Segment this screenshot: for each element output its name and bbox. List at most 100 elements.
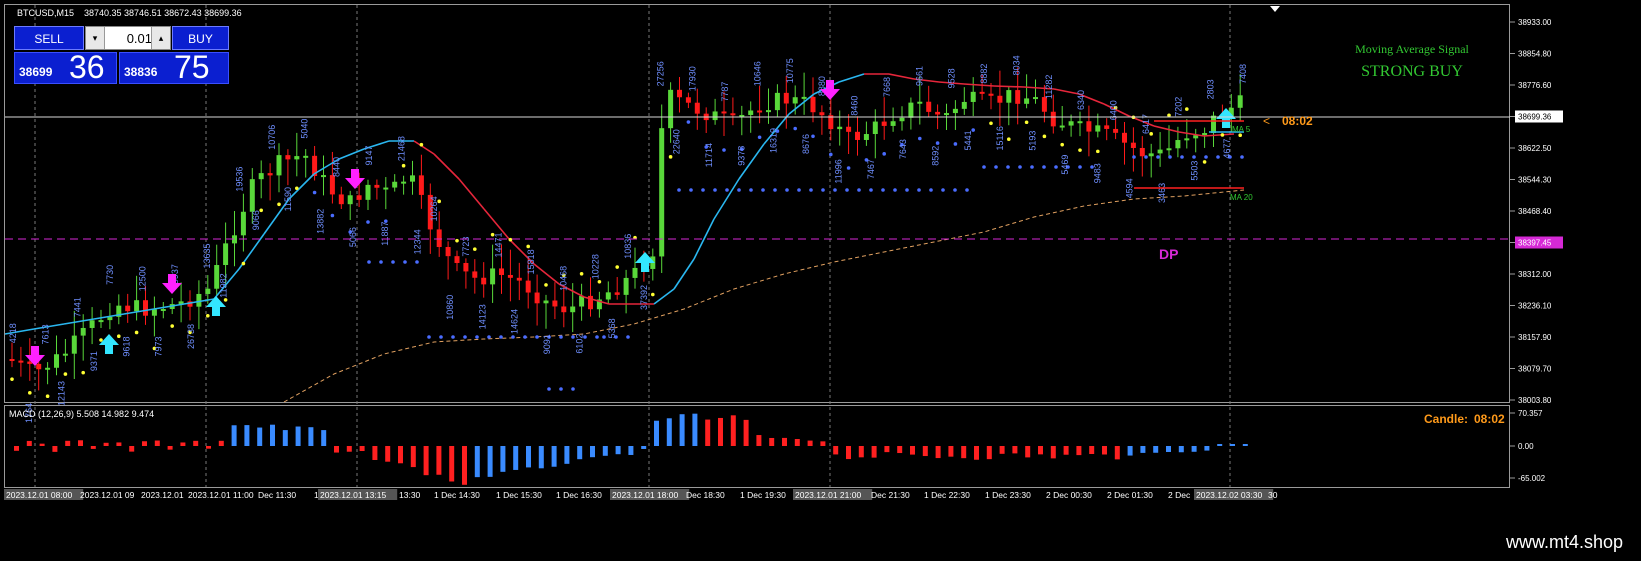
candle-body <box>872 121 878 135</box>
volume-label: 9618 <box>121 337 131 357</box>
volume-label: 11996 <box>833 159 843 183</box>
macd-bar <box>1114 446 1120 460</box>
sar-dot <box>330 213 335 218</box>
volume-label: 4677 <box>1222 139 1232 159</box>
support-dot <box>797 188 801 192</box>
support-dot <box>917 188 921 192</box>
candle-body <box>1077 121 1083 124</box>
brand-watermark[interactable]: www.mt4.shop <box>1506 532 1623 553</box>
candle-body <box>1033 97 1038 100</box>
macd-bar <box>410 446 416 468</box>
support-dot <box>1192 155 1196 159</box>
sar-dot <box>846 166 851 170</box>
candle-body <box>997 95 1003 103</box>
macd-bar <box>1012 446 1018 454</box>
macd-bar <box>1178 446 1184 453</box>
candle-body <box>926 101 932 112</box>
macd-bar <box>884 446 890 453</box>
support-dot <box>941 188 945 192</box>
candle-body <box>668 89 674 129</box>
macd-bar <box>244 425 250 446</box>
candle-body <box>9 359 15 361</box>
macd-bar <box>193 440 199 446</box>
candle-body <box>632 267 638 278</box>
candle-body <box>392 181 398 188</box>
support-dot <box>379 260 383 264</box>
sar-dot <box>526 244 530 249</box>
sar-dot <box>811 134 815 139</box>
macd-bar <box>218 440 224 446</box>
price-tick-label: 38699.36 <box>1518 113 1552 122</box>
sar-dot <box>134 330 139 335</box>
lot-stepper-icon[interactable]: ▴ <box>151 27 170 49</box>
price-tick-label: 38544.30 <box>1518 176 1552 185</box>
candle-body <box>481 277 487 285</box>
candle-body <box>961 101 967 109</box>
candle-body <box>1095 125 1101 132</box>
volume-label: 37392 <box>639 285 649 310</box>
sell-quote[interactable]: 38699 36 <box>14 49 117 85</box>
macd-bar <box>65 440 71 446</box>
volume-label: 7723 <box>461 237 471 257</box>
volume-label: 11982 <box>218 273 228 297</box>
volume-label: 11714 <box>704 143 714 167</box>
macd-bar <box>295 426 301 446</box>
buy-quote[interactable]: 38836 75 <box>119 49 229 85</box>
macd-bar <box>654 420 659 446</box>
macd-bar <box>679 414 685 446</box>
candle-body <box>694 102 700 114</box>
candle-body <box>863 134 869 140</box>
candle-body <box>819 112 825 116</box>
price-chart[interactable]: 4218176476131214374419371773096181250079… <box>4 4 1575 505</box>
macd-bar <box>78 440 83 446</box>
sar-dot <box>793 126 797 131</box>
lot-size-input[interactable] <box>105 27 156 49</box>
price-tick-label: 38312.00 <box>1518 270 1552 279</box>
sar-dot <box>615 265 619 269</box>
macd-bar <box>308 427 314 446</box>
macd-bar <box>1038 446 1043 455</box>
support-dot <box>982 165 986 169</box>
support-dot <box>905 188 909 192</box>
volume-label: 5040 <box>299 119 309 139</box>
time-label: 2023.12.01 09 <box>80 490 135 500</box>
buy-button[interactable]: BUY <box>172 26 229 50</box>
macd-bar <box>167 446 173 450</box>
sar-dot <box>508 237 513 242</box>
candle-body <box>721 111 727 114</box>
volume-label: 7973 <box>154 336 164 356</box>
macd-bar <box>1127 446 1133 456</box>
time-label: 2023.12.01 08:00 <box>6 490 72 500</box>
support-dot <box>415 260 419 264</box>
macd-bar <box>641 446 647 449</box>
support-dot <box>1144 155 1148 159</box>
support-dot <box>1132 155 1136 159</box>
macd-bar <box>14 446 19 451</box>
support-dot <box>391 260 395 264</box>
candle-body <box>71 335 77 354</box>
volume-label: 9378 <box>736 146 746 166</box>
sar-dot <box>312 190 317 195</box>
candle-time: 08:02 <box>1474 412 1505 426</box>
volume-label: 8882 <box>979 64 989 84</box>
support-dot <box>773 188 777 192</box>
volume-label: 6340 <box>1076 90 1086 110</box>
macd-bar <box>590 446 595 458</box>
candle-body <box>1068 121 1074 126</box>
candle-body <box>935 111 941 115</box>
time-axis: 2023.12.01 08:00 2023.12.01 09 2023.12.01 2… <box>4 489 1278 500</box>
volume-label: 5469 <box>1060 155 1070 175</box>
lot-dropdown-icon[interactable]: ▾ <box>86 27 105 49</box>
time-label: 2023.12.01 18:00 <box>612 490 678 500</box>
support-dot <box>523 335 527 339</box>
volume-label: 9661 <box>914 66 924 86</box>
macd-bar <box>820 441 826 446</box>
volume-label: 12344 <box>413 229 423 254</box>
candle-body <box>285 155 291 160</box>
sell-button[interactable]: SELL <box>14 26 84 50</box>
candle-body <box>685 97 691 103</box>
candle-body <box>1104 125 1110 129</box>
candle-body <box>917 101 923 104</box>
candle-body <box>507 274 513 278</box>
candle-body <box>463 262 469 272</box>
